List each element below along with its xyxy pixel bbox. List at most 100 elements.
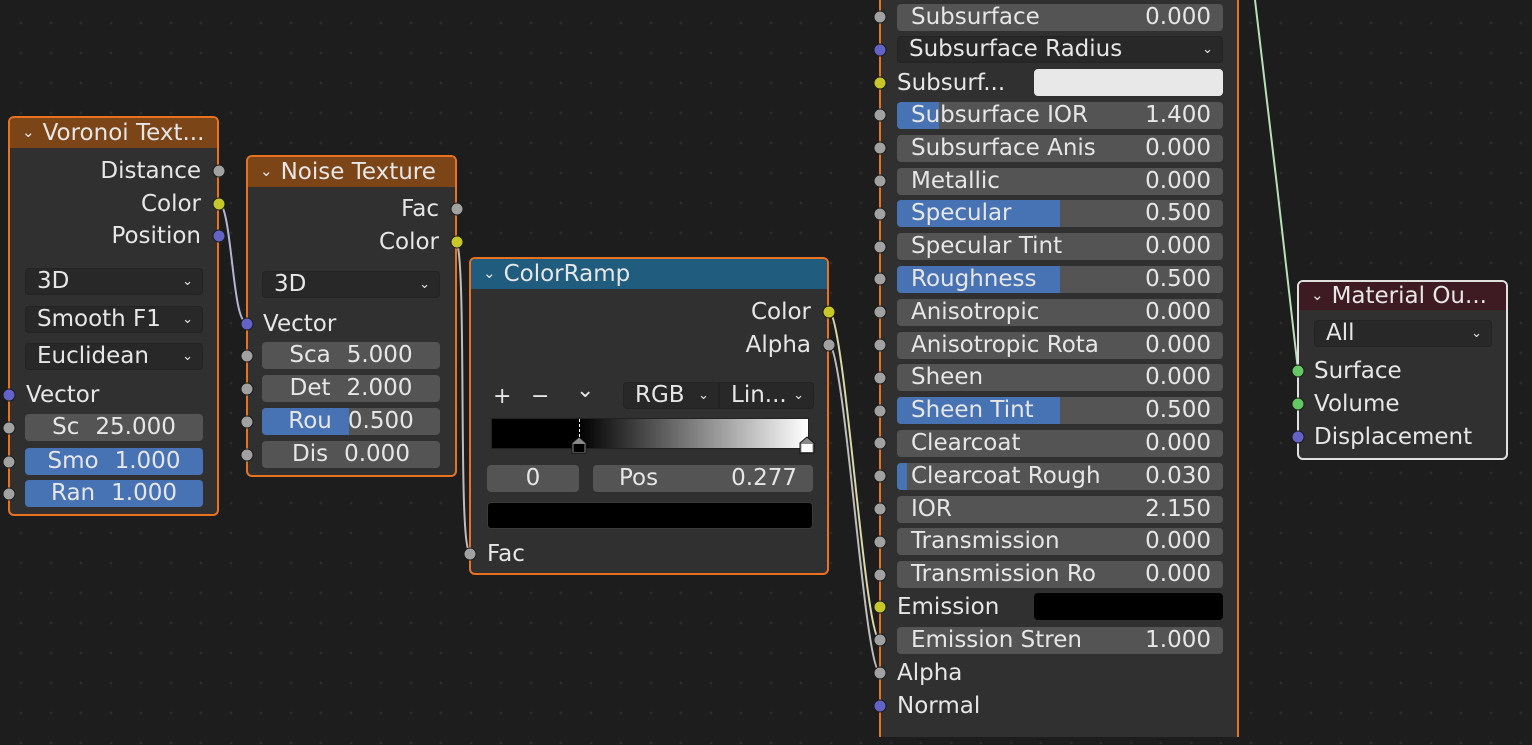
color-mode-dropdown[interactable]: RGB ⌄ — [623, 382, 719, 409]
input-displacement-socket[interactable] — [1291, 430, 1305, 444]
node-header[interactable]: ⌄ Noise Texture — [248, 157, 455, 187]
output-position-socket[interactable] — [212, 229, 226, 243]
feature-dropdown[interactable]: Smooth F1 ⌄ — [25, 306, 203, 333]
input-metallic-socket[interactable] — [873, 174, 887, 188]
material-output-node[interactable]: ⌄ Material Ou... All ⌄ Surface Volume Disp… — [1291, 280, 1508, 460]
input-fac-socket[interactable] — [463, 547, 477, 561]
colorramp-node[interactable]: ⌄ ColorRamp Color Alpha + − ⌄ RGB ⌄ Lin...… — [463, 257, 836, 575]
input-randomness-socket[interactable] — [2, 487, 16, 501]
input-subsurface-anis-socket[interactable] — [873, 141, 887, 155]
subsurface-ior-field[interactable]: Subsurface IOR 1.400 — [897, 101, 1223, 129]
input-normal-socket[interactable] — [873, 699, 887, 713]
sheen-tint-field[interactable]: Sheen Tint 0.500 — [897, 397, 1223, 425]
transmission-ro-field[interactable]: Transmission Ro 0.000 — [897, 561, 1223, 589]
roughness-field[interactable]: Rou 0.500 — [262, 408, 440, 435]
input-distortion-socket[interactable] — [240, 448, 254, 462]
input-roughness-socket[interactable] — [240, 415, 254, 429]
anisotropic-field[interactable]: Anisotropic 0.000 — [897, 298, 1223, 326]
output-fac-label: Fac — [401, 196, 439, 222]
voronoi-texture-node[interactable]: ⌄ Voronoi Text... Distance Color Position… — [2, 116, 226, 516]
input-volume-socket[interactable] — [1291, 397, 1305, 411]
input-sheen-socket[interactable] — [873, 371, 887, 385]
distance-metric-dropdown[interactable]: Euclidean ⌄ — [25, 343, 203, 370]
noise-texture-node[interactable]: ⌄ Noise Texture Fac Color 3D ⌄ Vector Sca 5… — [240, 155, 464, 477]
dimensions-dropdown[interactable]: 3D ⌄ — [25, 268, 203, 295]
input-clearcoat-socket[interactable] — [873, 436, 887, 450]
input-clearcoat-rough-socket[interactable] — [873, 469, 887, 483]
input-scale-socket[interactable] — [2, 421, 16, 435]
input-subsurface-socket[interactable] — [873, 10, 887, 24]
dimensions-dropdown[interactable]: 3D ⌄ — [262, 271, 440, 298]
input-smoothness-socket[interactable] — [2, 455, 16, 469]
node-header[interactable]: ⌄ ColorRamp — [471, 259, 827, 289]
anisotropic-rota-field[interactable]: Anisotropic Rota 0.000 — [897, 331, 1223, 359]
principled-bsdf-node[interactable]: Subsurface 0.000 Subsurface Radius ⌄ Subsurf… — [873, 0, 1239, 737]
emission-stren-field[interactable]: Emission Stren 1.000 — [897, 626, 1223, 654]
input-surface-socket[interactable] — [1291, 364, 1305, 378]
node-header[interactable]: ⌄ Material Ou... — [1299, 282, 1506, 310]
input-roughness-socket[interactable] — [873, 272, 887, 286]
input-ior-socket[interactable] — [873, 502, 887, 516]
detail-field[interactable]: Det 2.000 — [262, 375, 440, 402]
collapse-chevron-icon[interactable]: ⌄ — [1311, 282, 1324, 309]
remove-stop-button[interactable]: − — [531, 383, 549, 411]
field-label: Transmission Ro — [911, 561, 1096, 588]
clearcoat-rough-field[interactable]: Clearcoat Rough 0.030 — [897, 462, 1223, 490]
subsurface-radius-dropdown[interactable]: Subsurface Radius ⌄ — [897, 36, 1223, 64]
collapse-chevron-icon[interactable]: ⌄ — [22, 118, 35, 146]
collapse-chevron-icon[interactable]: ⌄ — [260, 157, 273, 185]
color-stop-marker[interactable] — [799, 436, 815, 454]
subsurface-anis-field[interactable]: Subsurface Anis 0.000 — [897, 134, 1223, 162]
distortion-field[interactable]: Dis 0.000 — [262, 441, 440, 468]
transmission-field[interactable]: Transmission 0.000 — [897, 528, 1223, 556]
input-sheen-tint-socket[interactable] — [873, 404, 887, 418]
specular-field[interactable]: Specular 0.500 — [897, 200, 1223, 228]
output-color-socket[interactable] — [822, 305, 836, 319]
emission-color-swatch[interactable] — [1034, 593, 1223, 621]
input-vector-socket[interactable] — [2, 388, 16, 402]
input-transmission-socket[interactable] — [873, 535, 887, 549]
input-subsurf-socket[interactable] — [873, 76, 887, 90]
clearcoat-field[interactable]: Clearcoat 0.000 — [897, 429, 1223, 457]
randomness-field[interactable]: Ran 1.000 — [25, 480, 203, 507]
output-fac-socket[interactable] — [450, 202, 464, 216]
add-stop-button[interactable]: + — [493, 383, 511, 411]
input-anisotropic-socket[interactable] — [873, 305, 887, 319]
ramp-menu-button[interactable]: ⌄ — [576, 377, 594, 405]
input-vector-socket[interactable] — [240, 317, 254, 331]
input-transmission-ro-socket[interactable] — [873, 568, 887, 582]
ior-field[interactable]: IOR 2.150 — [897, 495, 1223, 523]
active-stop-index-field[interactable]: 0 — [487, 465, 579, 492]
scale-field[interactable]: Sca 5.000 — [262, 342, 440, 369]
input-detail-socket[interactable] — [240, 382, 254, 396]
node-header[interactable]: ⌄ Voronoi Text... — [10, 118, 217, 148]
input-emission-stren-socket[interactable] — [873, 633, 887, 647]
output-distance-socket[interactable] — [212, 164, 226, 178]
color-stop-marker[interactable] — [571, 436, 587, 454]
output-color-socket[interactable] — [212, 197, 226, 211]
scale-field[interactable]: Sc 25.000 — [25, 414, 203, 441]
specular-tint-field[interactable]: Specular Tint 0.000 — [897, 233, 1223, 261]
interpolation-dropdown[interactable]: Lin... ⌄ — [719, 382, 814, 409]
input-alpha-socket[interactable] — [873, 666, 887, 680]
input-specular-tint-socket[interactable] — [873, 240, 887, 254]
input-subsurface-radius-socket[interactable] — [873, 43, 887, 57]
input-subsurface-ior-socket[interactable] — [873, 108, 887, 122]
subsurf-color-swatch[interactable] — [1034, 68, 1223, 96]
output-color-socket[interactable] — [450, 235, 464, 249]
stop-color-swatch[interactable] — [487, 502, 813, 529]
input-emission-socket[interactable] — [873, 600, 887, 614]
output-alpha-socket[interactable] — [822, 338, 836, 352]
roughness-field[interactable]: Roughness 0.500 — [897, 265, 1223, 293]
input-scale-socket[interactable] — [240, 349, 254, 363]
metallic-field[interactable]: Metallic 0.000 — [897, 167, 1223, 195]
color-ramp-bar[interactable] — [491, 418, 809, 449]
sheen-field[interactable]: Sheen 0.000 — [897, 364, 1223, 392]
smoothness-field[interactable]: Smo 1.000 — [25, 448, 203, 475]
collapse-chevron-icon[interactable]: ⌄ — [483, 259, 496, 287]
subsurface-field[interactable]: Subsurface 0.000 — [897, 3, 1223, 31]
input-specular-socket[interactable] — [873, 207, 887, 221]
stop-position-field[interactable]: Pos 0.277 — [593, 465, 813, 492]
input-anisotropic-rota-socket[interactable] — [873, 338, 887, 352]
target-dropdown[interactable]: All ⌄ — [1314, 320, 1492, 347]
